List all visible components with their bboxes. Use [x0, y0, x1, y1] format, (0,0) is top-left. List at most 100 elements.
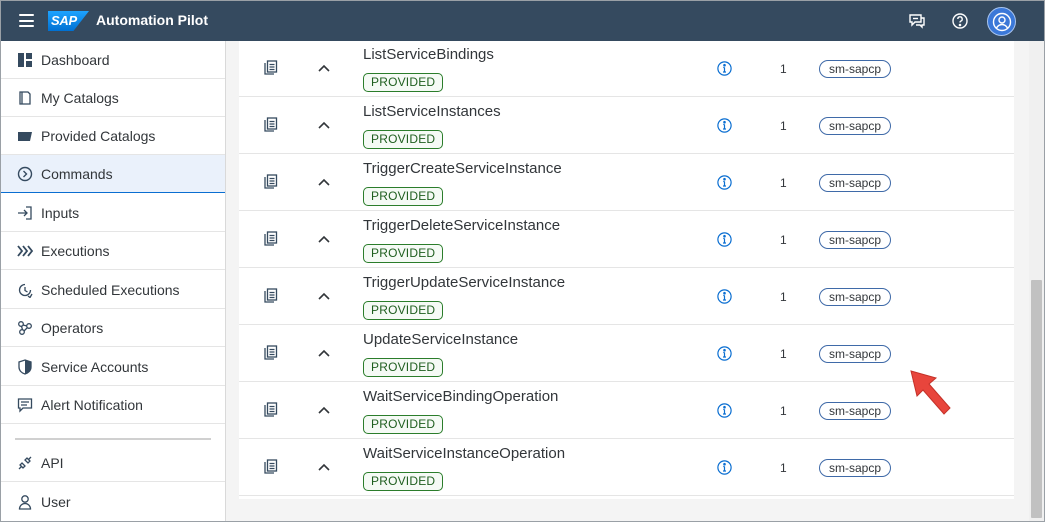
- table-row[interactable]: WaitServiceBindingOperation PROVIDED 1 s…: [239, 382, 1014, 439]
- executions-icon: [16, 242, 34, 260]
- tag-token[interactable]: sm-sapcp: [819, 231, 892, 249]
- command-name[interactable]: WaitServiceInstanceOperation: [363, 445, 565, 462]
- command-name[interactable]: TriggerCreateServiceInstance: [363, 160, 562, 177]
- sidebar-item-label: Scheduled Executions: [41, 281, 180, 298]
- chevron-up-icon[interactable]: [317, 459, 331, 471]
- user-avatar[interactable]: [987, 7, 1016, 36]
- side-navigation: Dashboard My Catalogs Provided Catalogs …: [1, 41, 226, 521]
- copy-icon[interactable]: [264, 60, 278, 76]
- feedback-icon[interactable]: [907, 11, 927, 31]
- sidebar-item-my-catalogs[interactable]: My Catalogs: [1, 79, 225, 117]
- info-icon[interactable]: [717, 403, 732, 418]
- info-icon[interactable]: [717, 460, 732, 475]
- sidebar-item-inputs[interactable]: Inputs: [1, 194, 225, 232]
- copy-icon[interactable]: [264, 174, 278, 190]
- sidebar-item-label: Alert Notification: [41, 396, 143, 413]
- command-name[interactable]: ListServiceInstances: [363, 103, 501, 120]
- tag-token[interactable]: sm-sapcp: [819, 459, 892, 477]
- annotation-arrow-icon: [910, 370, 951, 415]
- command-icon: [16, 165, 34, 183]
- copy-icon[interactable]: [264, 345, 278, 361]
- table-row[interactable]: ListServiceInstances PROVIDED 1 sm-sapcp: [239, 97, 1014, 154]
- version-number: 1: [780, 233, 787, 247]
- tag-token[interactable]: sm-sapcp: [819, 288, 892, 306]
- version-number: 1: [780, 347, 787, 361]
- api-icon: [16, 454, 34, 472]
- copy-icon[interactable]: [264, 231, 278, 247]
- sidebar-item-label: User: [41, 494, 71, 510]
- tag-token[interactable]: sm-sapcp: [819, 117, 892, 135]
- scheduled-icon: [16, 281, 34, 299]
- sidebar-item-commands[interactable]: Commands: [1, 155, 225, 193]
- version-number: 1: [780, 404, 787, 418]
- command-name[interactable]: UpdateServiceInstance: [363, 331, 518, 348]
- sidebar-item-label: Operators: [41, 319, 104, 336]
- sidebar-divider: [15, 438, 211, 440]
- sidebar-item-service-accounts[interactable]: Service Accounts: [1, 348, 225, 386]
- status-badge: PROVIDED: [363, 472, 444, 491]
- copy-icon[interactable]: [264, 288, 278, 304]
- version-number: 1: [780, 461, 787, 475]
- status-badge: PROVIDED: [363, 358, 444, 377]
- command-name[interactable]: TriggerUpdateServiceInstance: [363, 274, 565, 291]
- copy-icon[interactable]: [264, 402, 278, 418]
- table-row[interactable]: WaitServiceInstanceOperation PROVIDED 1 …: [239, 439, 1014, 496]
- status-badge: PROVIDED: [363, 415, 444, 434]
- sidebar-item-api[interactable]: API: [1, 444, 225, 482]
- info-icon[interactable]: [717, 289, 732, 304]
- sidebar-item-user[interactable]: User: [1, 483, 225, 521]
- info-icon[interactable]: [717, 346, 732, 361]
- sidebar-item-label: Executions: [41, 242, 110, 259]
- chevron-up-icon[interactable]: [317, 60, 331, 72]
- tag-token[interactable]: sm-sapcp: [819, 174, 892, 192]
- shield-icon: [16, 358, 34, 376]
- info-icon[interactable]: [717, 232, 732, 247]
- sidebar-item-label: Dashboard: [41, 51, 110, 68]
- table-row[interactable]: TriggerCreateServiceInstance PROVIDED 1 …: [239, 154, 1014, 211]
- chevron-up-icon[interactable]: [317, 117, 331, 129]
- input-icon: [16, 204, 34, 222]
- sidebar-item-label: Inputs: [41, 204, 80, 221]
- command-name[interactable]: TriggerDeleteServiceInstance: [363, 217, 560, 234]
- command-list: ListServiceBindings PROVIDED 1 sm-sapcp …: [239, 41, 1014, 499]
- status-badge: PROVIDED: [363, 130, 444, 149]
- table-row[interactable]: ListServiceBindings PROVIDED 1 sm-sapcp: [239, 40, 1014, 97]
- catalog-icon: [16, 89, 34, 107]
- scrollbar-thumb[interactable]: [1031, 280, 1042, 518]
- info-icon[interactable]: [717, 175, 732, 190]
- sap-logo: SAP: [48, 11, 89, 31]
- copy-icon[interactable]: [264, 117, 278, 133]
- info-icon[interactable]: [717, 118, 732, 133]
- version-number: 1: [780, 119, 787, 133]
- help-icon[interactable]: [950, 11, 970, 31]
- user-icon: [16, 493, 34, 511]
- sidebar-item-label: Commands: [41, 165, 113, 182]
- chevron-up-icon[interactable]: [317, 288, 331, 300]
- menu-icon[interactable]: [19, 14, 34, 27]
- sidebar-item-operators[interactable]: Operators: [1, 309, 225, 347]
- sidebar-item-label: Service Accounts: [41, 358, 149, 375]
- status-badge: PROVIDED: [363, 187, 444, 206]
- tag-token[interactable]: sm-sapcp: [819, 345, 892, 363]
- tag-token[interactable]: sm-sapcp: [819, 60, 892, 78]
- sidebar-item-scheduled-executions[interactable]: Scheduled Executions: [1, 271, 225, 309]
- sidebar-item-dashboard[interactable]: Dashboard: [1, 41, 225, 79]
- operators-icon: [16, 319, 34, 337]
- info-icon[interactable]: [717, 61, 732, 76]
- command-name[interactable]: ListServiceBindings: [363, 46, 494, 63]
- chevron-up-icon[interactable]: [317, 402, 331, 414]
- command-name[interactable]: WaitServiceBindingOperation: [363, 388, 558, 405]
- chevron-up-icon[interactable]: [317, 345, 331, 357]
- sidebar-item-provided-catalogs[interactable]: Provided Catalogs: [1, 117, 225, 155]
- alert-icon: [16, 396, 34, 414]
- table-row[interactable]: TriggerDeleteServiceInstance PROVIDED 1 …: [239, 211, 1014, 268]
- copy-icon[interactable]: [264, 459, 278, 475]
- sidebar-item-alert-notification[interactable]: Alert Notification: [1, 386, 225, 424]
- table-row[interactable]: UpdateServiceInstance PROVIDED 1 sm-sapc…: [239, 325, 1014, 382]
- vertical-scrollbar[interactable]: [1029, 41, 1044, 521]
- chevron-up-icon[interactable]: [317, 231, 331, 243]
- chevron-up-icon[interactable]: [317, 174, 331, 186]
- sidebar-item-executions[interactable]: Executions: [1, 232, 225, 270]
- tag-token[interactable]: sm-sapcp: [819, 402, 892, 420]
- table-row[interactable]: TriggerUpdateServiceInstance PROVIDED 1 …: [239, 268, 1014, 325]
